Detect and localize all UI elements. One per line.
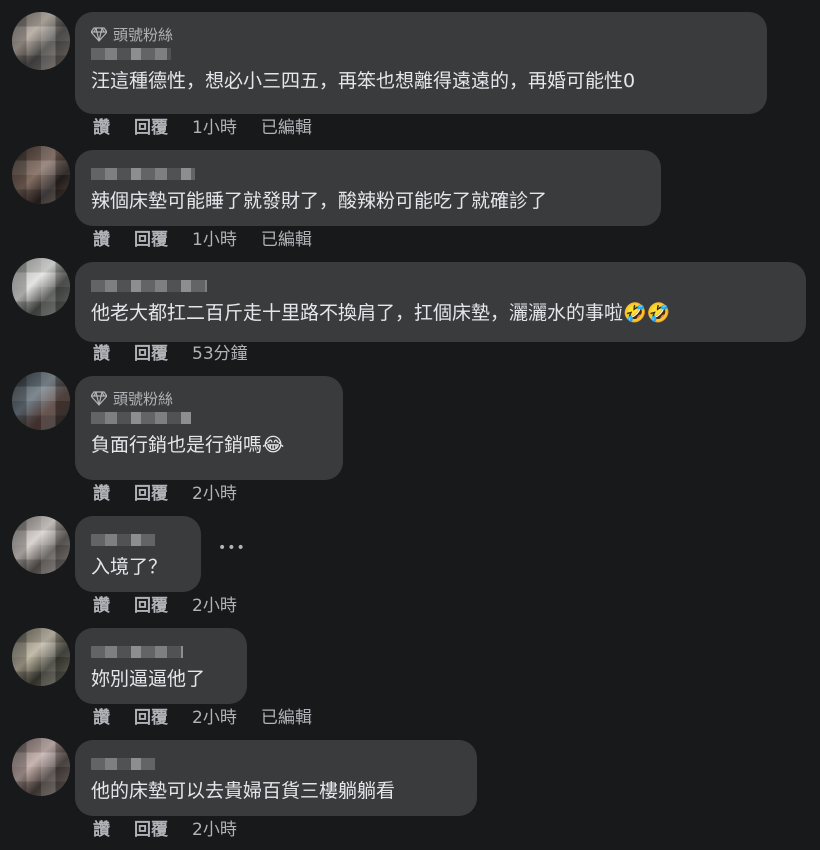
reply-button[interactable]: 回覆 [134, 342, 168, 366]
like-button[interactable]: 讚 [93, 482, 110, 506]
comment-bubble: 頭號粉絲 汪這種德性，想必小三四五，再笨也想離得遠遠的，再婚可能性0 [75, 12, 767, 114]
more-options-icon[interactable]: ••• [218, 540, 246, 556]
timestamp[interactable]: 1小時 [192, 116, 237, 140]
timestamp[interactable]: 1小時 [192, 228, 237, 252]
reply-button[interactable]: 回覆 [134, 706, 168, 730]
like-button[interactable]: 讚 [93, 706, 110, 730]
comment-actions: 讚 回覆 2小時 已編輯 [93, 706, 336, 730]
like-button[interactable]: 讚 [93, 116, 110, 140]
author-name[interactable] [91, 48, 171, 60]
author-name[interactable] [91, 646, 183, 658]
author-name[interactable] [91, 534, 155, 546]
like-button[interactable]: 讚 [93, 342, 110, 366]
edited-label: 已編輯 [260, 708, 312, 728]
comment-bubble: 辣個床墊可能睡了就發財了，酸辣粉可能吃了就確診了 [75, 150, 661, 226]
timestamp[interactable]: 2小時 [192, 482, 237, 506]
like-button[interactable]: 讚 [93, 594, 110, 618]
edited-label: 已編輯 [260, 118, 312, 138]
comment-text: 他老大都扛二百斤走十里路不換肩了，扛個床墊，灑灑水的事啦🤣🤣 [91, 302, 671, 324]
diamond-icon [91, 391, 107, 406]
avatar[interactable] [12, 12, 70, 70]
diamond-icon [91, 27, 107, 42]
timestamp[interactable]: 2小時 [192, 706, 237, 730]
comment-bubble: 妳別逼逼他了 [75, 628, 247, 704]
top-fan-label: 頭號粉絲 [113, 389, 174, 408]
reply-button[interactable]: 回覆 [134, 482, 168, 506]
comment-actions: 讚 回覆 1小時 已編輯 [93, 116, 336, 140]
timestamp[interactable]: 2小時 [192, 818, 237, 842]
comment-actions: 讚 回覆 2小時 [93, 818, 261, 842]
comment-actions: 讚 回覆 1小時 已編輯 [93, 228, 336, 252]
timestamp[interactable]: 2小時 [192, 594, 237, 618]
top-fan-badge[interactable]: 頭號粉絲 [91, 388, 327, 408]
top-fan-label: 頭號粉絲 [113, 25, 174, 44]
reply-button[interactable]: 回覆 [134, 116, 168, 140]
avatar[interactable] [12, 372, 70, 430]
avatar[interactable] [12, 146, 70, 204]
author-name[interactable] [91, 758, 155, 770]
edited-label: 已編輯 [260, 230, 312, 250]
comment-actions: 讚 回覆 53分鐘 [93, 342, 272, 366]
comment-actions: 讚 回覆 2小時 [93, 594, 261, 618]
avatar[interactable] [12, 738, 70, 796]
avatar[interactable] [12, 628, 70, 686]
comment-bubble: 頭號粉絲 負面行銷也是行銷嗎😂 [75, 376, 343, 480]
author-name[interactable] [91, 412, 191, 424]
comment-bubble: 他的床墊可以去貴婦百貨三樓躺躺看 [75, 740, 477, 816]
top-fan-badge[interactable]: 頭號粉絲 [91, 24, 751, 44]
avatar[interactable] [12, 258, 70, 316]
author-name[interactable] [91, 168, 195, 180]
comment-text: 入境了？ [91, 556, 168, 578]
like-button[interactable]: 讚 [93, 228, 110, 252]
comment-bubble: 入境了？ [75, 516, 201, 592]
comment-bubble: 他老大都扛二百斤走十里路不換肩了，扛個床墊，灑灑水的事啦🤣🤣 [75, 262, 806, 342]
comment-text: 妳別逼逼他了 [91, 668, 206, 690]
like-button[interactable]: 讚 [93, 818, 110, 842]
comment-text: 他的床墊可以去貴婦百貨三樓躺躺看 [91, 780, 396, 802]
avatar[interactable] [12, 516, 70, 574]
author-name[interactable] [91, 280, 207, 292]
reply-button[interactable]: 回覆 [134, 818, 168, 842]
reply-button[interactable]: 回覆 [134, 594, 168, 618]
timestamp[interactable]: 53分鐘 [192, 342, 248, 366]
comment-text: 負面行銷也是行銷嗎😂 [91, 434, 285, 456]
comment-actions: 讚 回覆 2小時 [93, 482, 261, 506]
comment-text: 辣個床墊可能睡了就發財了，酸辣粉可能吃了就確診了 [91, 190, 548, 212]
comment-text: 汪這種德性，想必小三四五，再笨也想離得遠遠的，再婚可能性0 [91, 70, 636, 92]
reply-button[interactable]: 回覆 [134, 228, 168, 252]
